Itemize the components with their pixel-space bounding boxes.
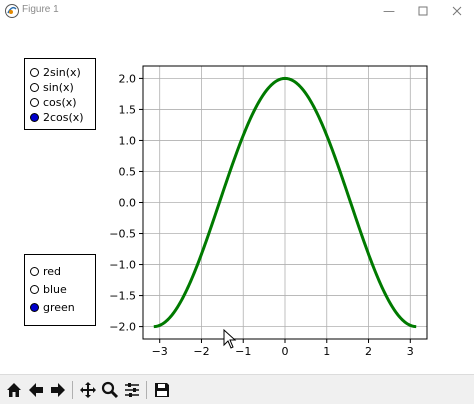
plot-area: −3 −2 −1 0 1 2 3 −2.0 −1.5 −1.0 −0.5 0.0 0.5 1.0 1.5 2.…	[109, 65, 428, 358]
back-icon	[29, 383, 43, 397]
configure-subplots-button[interactable]	[121, 379, 143, 401]
navigation-toolbar	[0, 374, 474, 404]
x-tick-label: −3	[152, 345, 168, 358]
mouse-cursor-icon	[223, 328, 237, 349]
grid-lines	[143, 66, 427, 339]
forward-icon	[51, 383, 65, 397]
y-tick-label: 0.0	[119, 197, 137, 210]
close-button[interactable]	[440, 0, 474, 22]
y-tick-label: 2.0	[119, 72, 137, 85]
maximize-button[interactable]	[406, 0, 440, 22]
toolbar-separator	[72, 381, 73, 399]
app-icon	[5, 4, 19, 18]
minimize-button[interactable]: —	[372, 0, 406, 22]
figure-canvas: 2sin(x) sin(x) cos(x) 2cos(x) red blue g…	[0, 22, 474, 374]
pan-icon	[80, 382, 96, 398]
zoom-icon	[101, 381, 119, 399]
y-tick-label: 0.5	[119, 165, 137, 178]
home-button[interactable]	[3, 379, 25, 401]
toolbar-separator	[146, 381, 147, 399]
y-tick-label: −2.0	[109, 321, 136, 334]
x-tick-label: −2	[193, 345, 209, 358]
close-icon	[452, 6, 462, 16]
tick-layer: −3 −2 −1 0 1 2 3 −2.0 −1.5 −1.0 −0.5 0.0 0.5 1.0 1.5 2.…	[109, 72, 414, 358]
forward-button[interactable]	[47, 379, 69, 401]
x-tick-label: 1	[323, 345, 330, 358]
y-tick-label: −1.0	[109, 259, 136, 272]
save-icon	[155, 383, 169, 397]
window-title: Figure 1	[22, 4, 59, 15]
maximize-icon	[418, 6, 428, 16]
x-tick-label: 3	[407, 345, 414, 358]
x-tick-label: 0	[282, 345, 289, 358]
save-button[interactable]	[151, 379, 173, 401]
zoom-button[interactable]	[99, 379, 121, 401]
home-icon	[7, 383, 21, 397]
y-tick-label: 1.5	[119, 103, 137, 116]
y-tick-label: 1.0	[119, 134, 137, 147]
y-tick-label: −1.5	[109, 290, 136, 303]
back-button[interactable]	[25, 379, 47, 401]
title-bar: Figure 1 —	[0, 0, 474, 22]
y-tick-label: −0.5	[109, 228, 136, 241]
x-tick-label: −1	[235, 345, 251, 358]
x-tick-label: 2	[365, 345, 372, 358]
configure-subplots-icon	[125, 383, 139, 397]
minimize-icon: —	[383, 4, 395, 18]
pan-button[interactable]	[77, 379, 99, 401]
